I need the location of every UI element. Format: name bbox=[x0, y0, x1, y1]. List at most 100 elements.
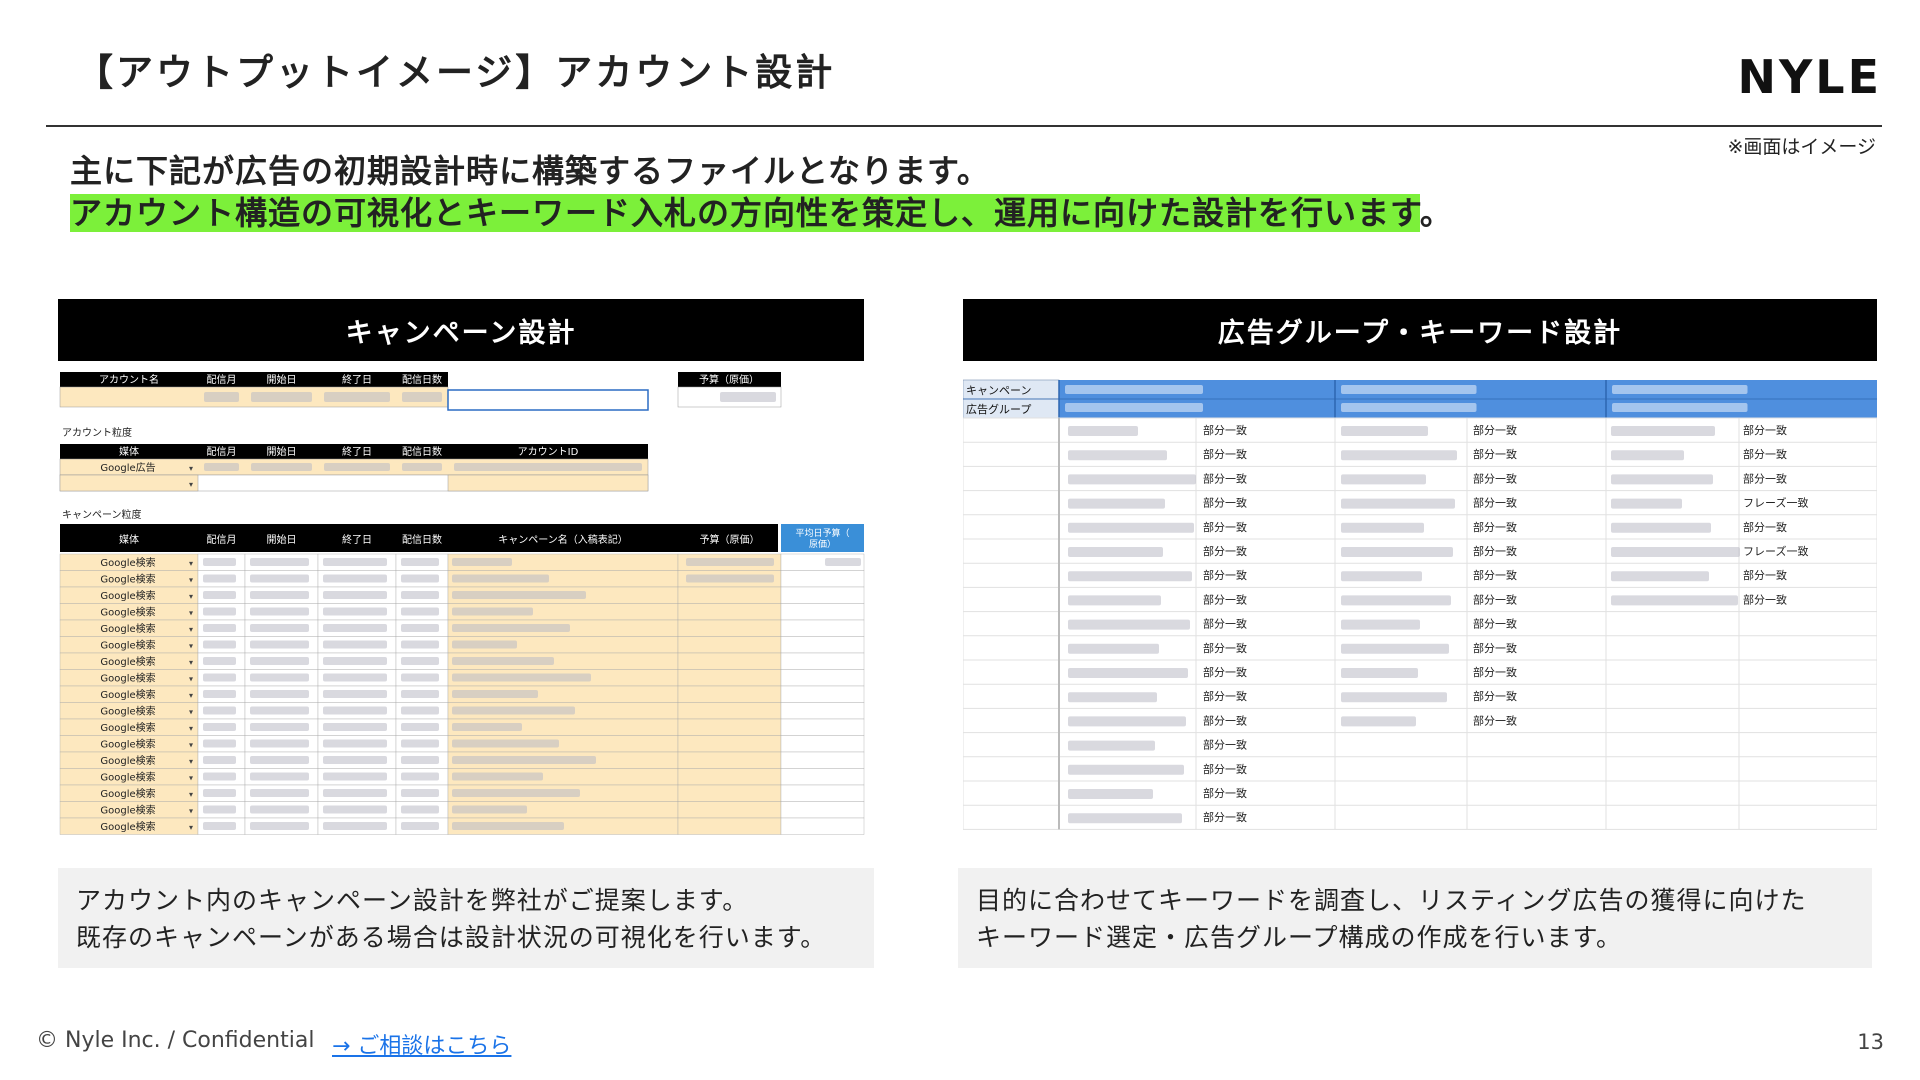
match-type-cell: 部分一致 bbox=[1743, 592, 1787, 606]
blurred-keyword bbox=[1068, 716, 1186, 727]
campaign-avg-cell bbox=[780, 636, 865, 654]
campaign-avg-cell bbox=[780, 669, 865, 687]
campaign-budget-cell bbox=[677, 636, 782, 654]
campaign-avg-cell bbox=[780, 619, 865, 637]
campaign-media-text: Google検索 bbox=[100, 771, 155, 784]
blurred-value bbox=[825, 558, 861, 566]
campaign-budget-cell bbox=[677, 768, 782, 786]
campaign-budget-cell bbox=[677, 603, 782, 621]
campaign-media-text: Google検索 bbox=[100, 655, 155, 668]
blurred-keyword bbox=[1068, 643, 1159, 654]
blurred-value bbox=[452, 772, 543, 781]
account-table-header-cell: アカウントID bbox=[518, 446, 579, 458]
blurred-value bbox=[203, 822, 236, 830]
campaign-sheet-svg: アカウント名 配信月 開始日 終了日 配信日数 予算（原価）アカウント粒度媒体 配信月 開始日… bbox=[59, 372, 865, 835]
dropdown-arrow-icon: ▾ bbox=[189, 592, 193, 601]
campaign-header-cell: 媒体 bbox=[119, 534, 139, 546]
selected-cell bbox=[447, 389, 649, 411]
match-type-cell: 部分一致 bbox=[1743, 423, 1787, 437]
blurred-keyword bbox=[1068, 498, 1165, 509]
blurred-value bbox=[686, 558, 774, 566]
blurred-value bbox=[324, 463, 390, 471]
match-type-cell: 部分一致 bbox=[1203, 689, 1247, 703]
blurred-keyword bbox=[1068, 813, 1182, 824]
dropdown-arrow-icon: ▾ bbox=[189, 559, 193, 568]
blurred-value bbox=[250, 789, 309, 797]
blurred-keyword bbox=[1068, 474, 1196, 485]
campaign-budget-cell bbox=[677, 801, 782, 819]
dropdown-arrow-icon: ▾ bbox=[189, 807, 193, 816]
match-type-cell: 部分一致 bbox=[1203, 568, 1247, 582]
blurred-value bbox=[401, 723, 439, 731]
blurred-keyword bbox=[1068, 740, 1155, 751]
account-header-cell: 配信日数 bbox=[402, 373, 442, 386]
blurred-value bbox=[452, 673, 591, 682]
blurred-value bbox=[204, 392, 239, 402]
campaign-header-cell: 原価） bbox=[809, 538, 836, 550]
blurred-value bbox=[454, 463, 642, 471]
campaign-row-label: キャンペーン bbox=[966, 384, 1031, 397]
account-header-cell: アカウント名 bbox=[99, 373, 159, 386]
blurred-value bbox=[452, 789, 580, 797]
campaign-media-text: Google検索 bbox=[100, 639, 155, 652]
blurred-value bbox=[401, 789, 439, 797]
blurred-keyword bbox=[1068, 426, 1138, 436]
blurred-value bbox=[323, 640, 387, 649]
blurred-keyword bbox=[1341, 522, 1424, 533]
blurred-keyword bbox=[1611, 595, 1738, 606]
blurred-value bbox=[720, 392, 776, 402]
campaign-avg-cell bbox=[780, 801, 865, 819]
campaign-avg-cell bbox=[780, 751, 865, 769]
match-type-cell: 部分一致 bbox=[1203, 471, 1247, 485]
blurred-keyword bbox=[1611, 522, 1711, 533]
campaign-media-text: Google検索 bbox=[100, 589, 155, 602]
blurred-keyword bbox=[1341, 474, 1426, 485]
blurred-value bbox=[250, 739, 309, 748]
blurred-value bbox=[401, 772, 439, 781]
blurred-value bbox=[250, 574, 309, 583]
match-type-cell: 部分一致 bbox=[1203, 447, 1247, 461]
campaign-media-text: Google検索 bbox=[100, 622, 155, 635]
consultation-link[interactable]: → ご相談はこちら bbox=[332, 1028, 511, 1060]
blurred-value bbox=[203, 558, 236, 566]
blurred-keyword bbox=[1611, 547, 1740, 557]
campaign-media-text: Google検索 bbox=[100, 556, 155, 569]
blurred-value bbox=[204, 463, 239, 471]
blurred-keyword bbox=[1341, 668, 1418, 678]
blurred-value bbox=[203, 607, 236, 616]
image-note: ※画面はイメージ bbox=[1727, 136, 1876, 158]
budget-header: 予算（原価） bbox=[699, 373, 759, 386]
blurred-value bbox=[250, 640, 309, 649]
blurred-keyword bbox=[1341, 547, 1453, 557]
blurred-value bbox=[203, 789, 236, 797]
campaign-desc-line-1: アカウント内のキャンペーン設計を弊社がご提案します。 bbox=[76, 886, 749, 915]
match-type-cell: 部分一致 bbox=[1203, 496, 1247, 510]
blurred-keyword bbox=[1068, 450, 1167, 461]
dropdown-arrow-icon: ▾ bbox=[189, 774, 193, 783]
account-media-cell: Google広告 bbox=[100, 461, 155, 474]
account-table-header-cell: 配信月 bbox=[207, 446, 237, 458]
match-type-cell: 部分一致 bbox=[1203, 762, 1247, 776]
keyword-desc-line-1: 目的に合わせてキーワードを調査し、リスティング広告の獲得に向けた bbox=[976, 886, 1807, 915]
blurred-keyword bbox=[1068, 595, 1161, 606]
blurred-value bbox=[250, 805, 309, 814]
match-type-cell: 部分一致 bbox=[1473, 689, 1517, 703]
blurred-keyword bbox=[1611, 474, 1713, 485]
blurred-value bbox=[452, 690, 538, 698]
blurred-adgroup-name bbox=[1612, 403, 1748, 412]
match-type-cell: 部分一致 bbox=[1473, 641, 1517, 655]
dropdown-arrow-icon: ▾ bbox=[189, 741, 193, 750]
blurred-keyword bbox=[1068, 571, 1192, 582]
campaign-header-cell: 平均日予算（ bbox=[795, 527, 849, 539]
blurred-value bbox=[401, 624, 439, 632]
campaign-header-cell: 終了日 bbox=[342, 533, 372, 546]
campaign-design-description: アカウント内のキャンペーン設計を弊社がご提案します。 既存のキャンペーンがある場… bbox=[58, 868, 874, 968]
blurred-value bbox=[203, 690, 236, 698]
blurred-value bbox=[324, 392, 390, 402]
blurred-keyword bbox=[1341, 571, 1422, 582]
campaign-media-text: Google検索 bbox=[100, 688, 155, 701]
dropdown-arrow-icon: ▾ bbox=[189, 480, 193, 489]
match-type-cell: 部分一致 bbox=[1203, 641, 1247, 655]
account-header-cell: 終了日 bbox=[342, 373, 372, 386]
blurred-value bbox=[203, 591, 236, 599]
